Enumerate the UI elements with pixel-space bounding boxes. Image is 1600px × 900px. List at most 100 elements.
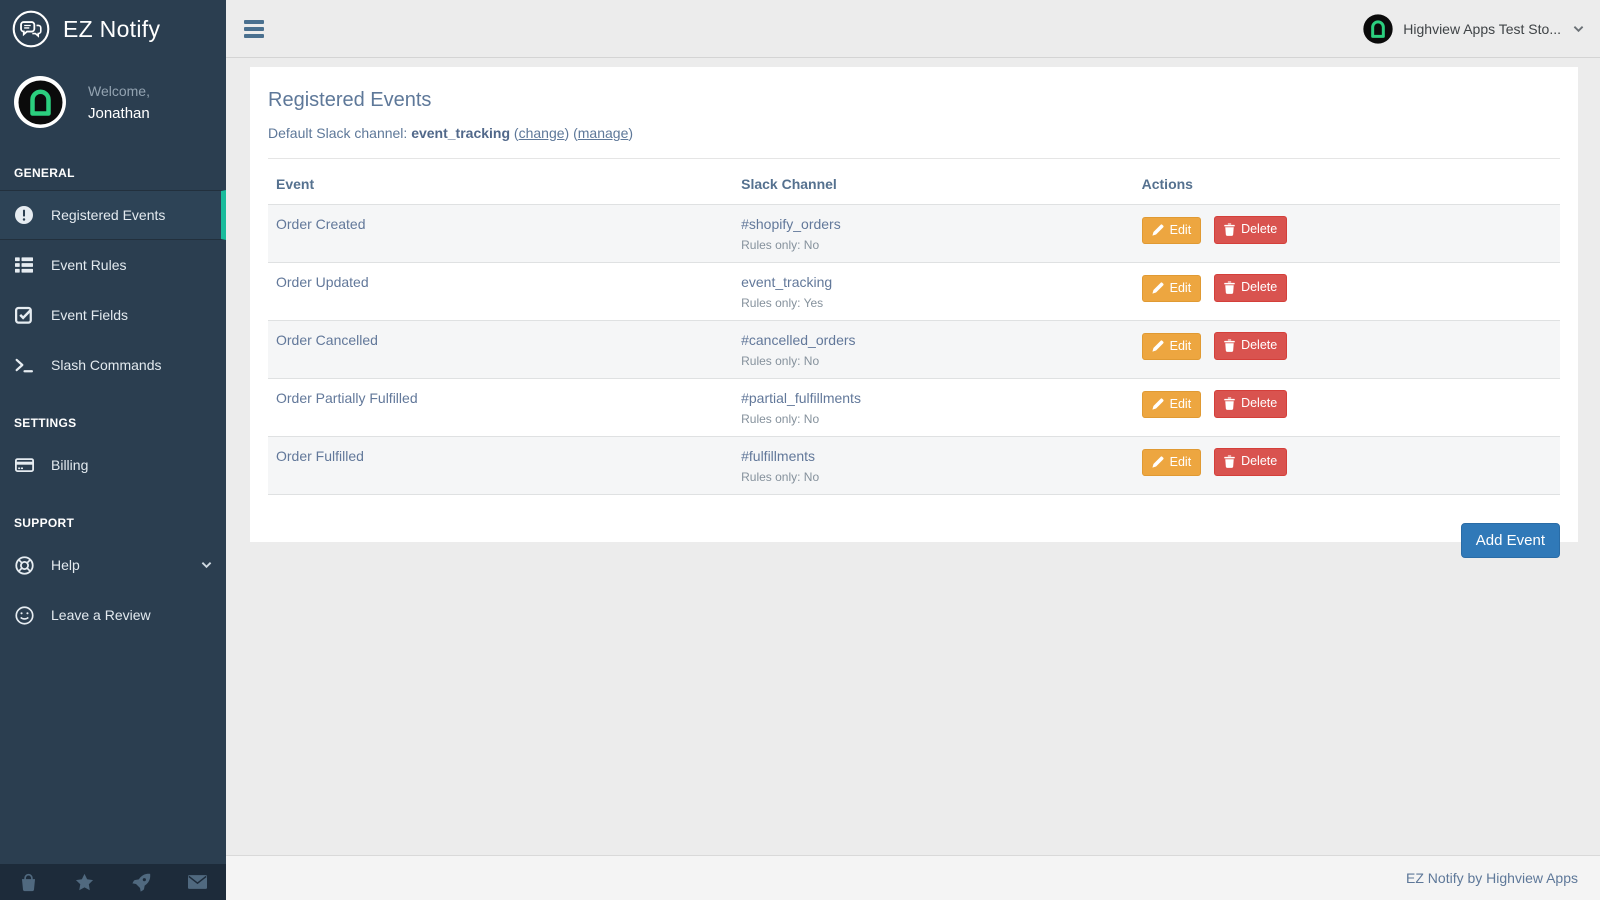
- sidebar-item-registered-events[interactable]: Registered Events: [0, 190, 226, 240]
- sidebar-item-help[interactable]: Help: [0, 540, 226, 590]
- edit-button[interactable]: Edit: [1142, 449, 1202, 477]
- channel-name: #cancelled_orders: [741, 332, 1126, 348]
- column-header-actions: Actions: [1134, 161, 1560, 205]
- channel-name: #fulfillments: [741, 448, 1126, 464]
- edit-button[interactable]: Edit: [1142, 217, 1202, 245]
- channel-name: #partial_fulfillments: [741, 390, 1126, 406]
- channel-name: event_tracking: [741, 274, 1126, 290]
- rules-only-label: Rules only: No: [741, 354, 1126, 368]
- sidebar-bottom-link-rocket[interactable]: [113, 864, 170, 900]
- column-header-event: Event: [268, 161, 733, 205]
- sidebar-item-leave-a-review[interactable]: Leave a Review: [0, 590, 226, 640]
- rules-only-label: Rules only: No: [741, 238, 1126, 252]
- sidebar-item-event-fields[interactable]: Event Fields: [0, 290, 226, 340]
- event-name: Order Updated: [268, 263, 733, 321]
- footer-text: EZ Notify by Highview Apps: [1406, 870, 1578, 886]
- avatar: [14, 76, 66, 128]
- trash-icon: [1224, 339, 1235, 352]
- divider: [268, 158, 1560, 159]
- event-name: Order Partially Fulfilled: [268, 379, 733, 437]
- list-icon: [14, 256, 34, 274]
- app-title: EZ Notify: [63, 16, 160, 43]
- change-link[interactable]: change: [519, 125, 565, 141]
- add-event-button[interactable]: Add Event: [1461, 523, 1560, 558]
- registered-events-card: Registered Events Default Slack channel:…: [250, 67, 1578, 542]
- paren: ): [628, 125, 633, 141]
- comments-logo-icon: [12, 10, 50, 48]
- rocket-icon: [132, 873, 151, 892]
- terminal-icon: [14, 356, 34, 374]
- sidebar-section: SETTINGS Billing: [0, 400, 226, 490]
- trash-icon: [1224, 281, 1235, 294]
- sidebar-section-header: SUPPORT: [0, 500, 226, 540]
- event-name: Order Fulfilled: [268, 437, 733, 495]
- delete-button[interactable]: Delete: [1214, 274, 1287, 302]
- delete-button[interactable]: Delete: [1214, 332, 1287, 360]
- store-logo-icon: [1363, 14, 1393, 44]
- user-panel: Welcome, Jonathan: [0, 58, 226, 140]
- life-ring-icon: [14, 556, 34, 575]
- main-content: Registered Events Default Slack channel:…: [226, 58, 1600, 855]
- edit-button[interactable]: Edit: [1142, 333, 1202, 361]
- pencil-icon: [1152, 456, 1164, 468]
- sidebar-item-slash-commands[interactable]: Slash Commands: [0, 340, 226, 390]
- hamburger-menu-button[interactable]: [242, 16, 266, 42]
- smiley-icon: [14, 606, 34, 625]
- event-name: Order Created: [268, 205, 733, 263]
- check-square-icon: [14, 306, 34, 324]
- table-row: Order Cancelled #cancelled_orders Rules …: [268, 321, 1560, 379]
- trash-icon: [1224, 397, 1235, 410]
- pencil-icon: [1152, 282, 1164, 294]
- app-brand: EZ Notify: [0, 0, 226, 58]
- trash-icon: [1224, 455, 1235, 468]
- default-channel: event_tracking: [411, 125, 510, 141]
- table-row: Order Partially Fulfilled #partial_fulfi…: [268, 379, 1560, 437]
- delete-button[interactable]: Delete: [1214, 448, 1287, 476]
- sidebar-section-header: GENERAL: [0, 150, 226, 190]
- sidebar-item-event-rules[interactable]: Event Rules: [0, 240, 226, 290]
- store-dropdown[interactable]: Highview Apps Test Sto...: [1363, 14, 1584, 44]
- sidebar-nav: GENERAL Registered Events Event Rules Ev…: [0, 150, 226, 640]
- rules-only-label: Rules only: No: [741, 412, 1126, 426]
- star-icon: [75, 873, 94, 892]
- sidebar-bottom-link-star[interactable]: [57, 864, 114, 900]
- exclamation-circle-icon: [14, 206, 34, 224]
- pencil-icon: [1152, 224, 1164, 236]
- sidebar-bottom-bar: [0, 864, 226, 900]
- shopping-bag-icon: [19, 873, 38, 892]
- store-name: Highview Apps Test Sto...: [1403, 21, 1561, 37]
- manage-link[interactable]: manage: [578, 125, 629, 141]
- delete-button[interactable]: Delete: [1214, 216, 1287, 244]
- edit-button[interactable]: Edit: [1142, 275, 1202, 303]
- store-logo-icon: [18, 80, 63, 125]
- topbar: Highview Apps Test Sto...: [226, 0, 1600, 58]
- table-row: Order Updated event_tracking Rules only:…: [268, 263, 1560, 321]
- credit-card-icon: [14, 457, 34, 473]
- pencil-icon: [1152, 340, 1164, 352]
- sidebar-section-header: SETTINGS: [0, 400, 226, 440]
- rules-only-label: Rules only: Yes: [741, 296, 1126, 310]
- events-table: Event Slack Channel Actions Order Create…: [268, 161, 1560, 495]
- rules-only-label: Rules only: No: [741, 470, 1126, 484]
- paren: ): [565, 125, 570, 141]
- column-header-slack-channel: Slack Channel: [733, 161, 1134, 205]
- event-name: Order Cancelled: [268, 321, 733, 379]
- sidebar-bottom-link-envelope[interactable]: [170, 864, 227, 900]
- channel-name: #shopify_orders: [741, 216, 1126, 232]
- edit-button[interactable]: Edit: [1142, 391, 1202, 419]
- sidebar-bottom-link-shopping-bag[interactable]: [0, 864, 57, 900]
- table-row: Order Fulfilled #fulfillments Rules only…: [268, 437, 1560, 495]
- sidebar-section: SUPPORT Help Leave a Review: [0, 500, 226, 640]
- default-channel-line: Default Slack channel: event_tracking (c…: [268, 125, 1560, 141]
- table-row: Order Created #shopify_orders Rules only…: [268, 205, 1560, 263]
- user-name: Jonathan: [88, 105, 150, 122]
- delete-button[interactable]: Delete: [1214, 390, 1287, 418]
- footer: EZ Notify by Highview Apps: [226, 855, 1600, 900]
- welcome-label: Welcome,: [88, 83, 150, 99]
- envelope-icon: [188, 875, 207, 889]
- sidebar: EZ Notify Welcome, Jonathan GENERAL Regi…: [0, 0, 226, 900]
- chevron-down-icon: [201, 561, 212, 569]
- pencil-icon: [1152, 398, 1164, 410]
- page-title: Registered Events: [268, 89, 1560, 112]
- sidebar-item-billing[interactable]: Billing: [0, 440, 226, 490]
